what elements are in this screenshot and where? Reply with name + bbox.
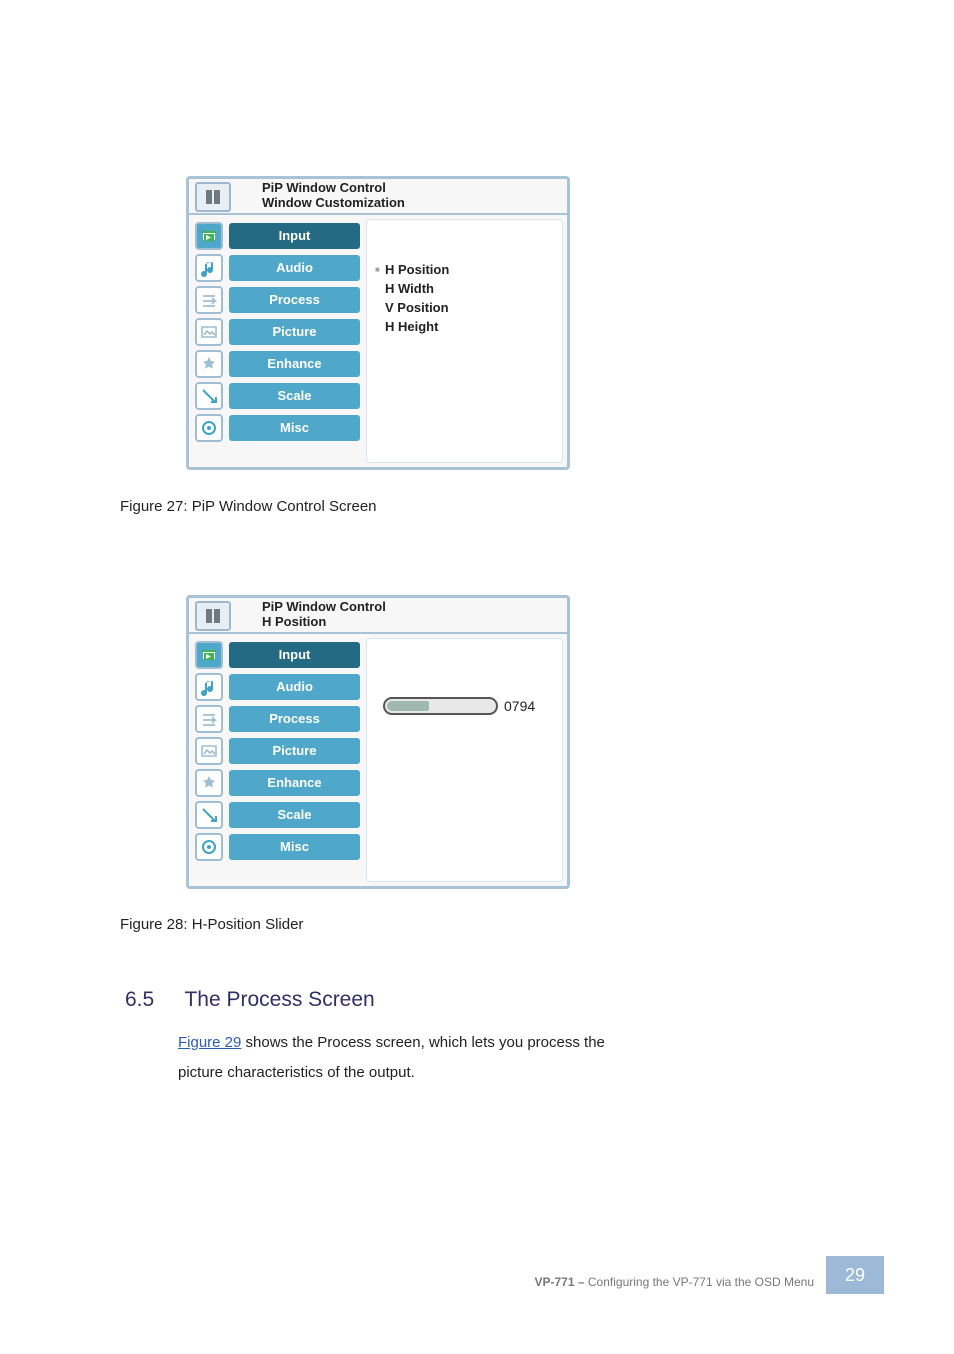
slider-track[interactable] [383, 697, 498, 715]
sidebar-item-input[interactable]: Input [195, 221, 360, 251]
sidebar-item-input[interactable]: Input [195, 640, 360, 670]
sidebar-item-label: Audio [229, 255, 360, 281]
panel1-main: ■H Position H Width V Position H Height [366, 219, 563, 463]
h-position-slider[interactable]: 0794 [383, 697, 558, 715]
input-icon [195, 641, 223, 669]
process-icon [195, 286, 223, 314]
panel2-title-line1: PiP Window Control [262, 600, 567, 615]
sidebar-item-label: Audio [229, 674, 360, 700]
audio-icon [195, 254, 223, 282]
figure28-caption: Figure 28: H-Position Slider [120, 914, 840, 937]
sidebar-item-audio[interactable]: Audio [195, 672, 360, 702]
enhance-icon [195, 350, 223, 378]
sidebar-item-enhance[interactable]: Enhance [195, 349, 360, 379]
option-h-height[interactable]: H Height [375, 317, 558, 336]
footer-device: VP-771 – [535, 1275, 588, 1289]
sidebar-item-label: Scale [229, 383, 360, 409]
panel1-sidebar: Input Audio Process Picture Enhance Scale Misc [189, 215, 366, 467]
scale-icon [195, 382, 223, 410]
slider-value: 0794 [504, 698, 535, 714]
option-label: V Position [385, 300, 449, 315]
logo-icon [195, 601, 231, 631]
panel1-title-line1: PiP Window Control [262, 181, 567, 196]
panel2-title: PiP Window Control H Position [237, 598, 567, 632]
osd-panel-1: PiP Window Control Window Customization … [186, 176, 570, 470]
sidebar-item-label: Misc [229, 415, 360, 441]
heading-number: 6.5 [125, 984, 179, 1016]
osd-panel-2: PiP Window Control H Position Input Audio… [186, 595, 570, 889]
panel1-title-line2: Window Customization [262, 196, 567, 211]
process-icon [195, 705, 223, 733]
sidebar-item-process[interactable]: Process [195, 704, 360, 734]
sidebar-item-label: Process [229, 287, 360, 313]
sidebar-item-label: Picture [229, 319, 360, 345]
option-h-position[interactable]: ■H Position [375, 260, 558, 279]
footer-section: VP-771 – Configuring the VP-771 via the … [535, 1275, 815, 1289]
picture-icon [195, 318, 223, 346]
option-label: H Width [385, 281, 434, 296]
sidebar-item-audio[interactable]: Audio [195, 253, 360, 283]
sidebar-item-label: Input [229, 642, 360, 668]
picture-icon [195, 737, 223, 765]
body-text-b: picture characteristics of the output. [178, 1064, 415, 1081]
option-marker-icon: ■ [375, 265, 383, 274]
misc-icon [195, 414, 223, 442]
sidebar-item-misc[interactable]: Misc [195, 832, 360, 862]
panel2-header: PiP Window Control H Position [189, 598, 567, 634]
sidebar-item-label: Picture [229, 738, 360, 764]
option-label: H Position [385, 262, 449, 277]
figure27-caption: Figure 27: PiP Window Control Screen [120, 496, 840, 519]
misc-icon [195, 833, 223, 861]
sidebar-item-misc[interactable]: Misc [195, 413, 360, 443]
process-heading: 6.5 The Process Screen [125, 984, 845, 1016]
sidebar-item-label: Enhance [229, 770, 360, 796]
figure29-link[interactable]: Figure 29 [178, 1034, 241, 1051]
page-number: 29 [826, 1256, 884, 1294]
sidebar-item-label: Enhance [229, 351, 360, 377]
sidebar-item-label: Process [229, 706, 360, 732]
sidebar-item-picture[interactable]: Picture [195, 736, 360, 766]
enhance-icon [195, 769, 223, 797]
sidebar-item-enhance[interactable]: Enhance [195, 768, 360, 798]
panel2-title-line2: H Position [262, 615, 567, 630]
sidebar-item-label: Scale [229, 802, 360, 828]
audio-icon [195, 673, 223, 701]
sidebar-item-label: Input [229, 223, 360, 249]
input-icon [195, 222, 223, 250]
panel2-main: 0794 [366, 638, 563, 882]
footer-section-name: Configuring the VP-771 via the OSD Menu [588, 1275, 814, 1289]
body-text-a: shows the Process screen, which lets you… [241, 1034, 605, 1051]
process-body: Figure 29 shows the Process screen, whic… [178, 1028, 818, 1088]
slider-fill [387, 701, 429, 711]
sidebar-item-scale[interactable]: Scale [195, 381, 360, 411]
panel2-sidebar: Input Audio Process Picture Enhance Scale Misc [189, 634, 366, 886]
option-v-position[interactable]: V Position [375, 298, 558, 317]
sidebar-item-process[interactable]: Process [195, 285, 360, 315]
option-h-width[interactable]: H Width [375, 279, 558, 298]
sidebar-item-scale[interactable]: Scale [195, 800, 360, 830]
heading-text: The Process Screen [184, 988, 374, 1011]
logo-icon [195, 182, 231, 212]
panel1-header: PiP Window Control Window Customization [189, 179, 567, 215]
scale-icon [195, 801, 223, 829]
sidebar-item-picture[interactable]: Picture [195, 317, 360, 347]
option-label: H Height [385, 319, 438, 334]
panel1-title: PiP Window Control Window Customization [237, 179, 567, 213]
sidebar-item-label: Misc [229, 834, 360, 860]
